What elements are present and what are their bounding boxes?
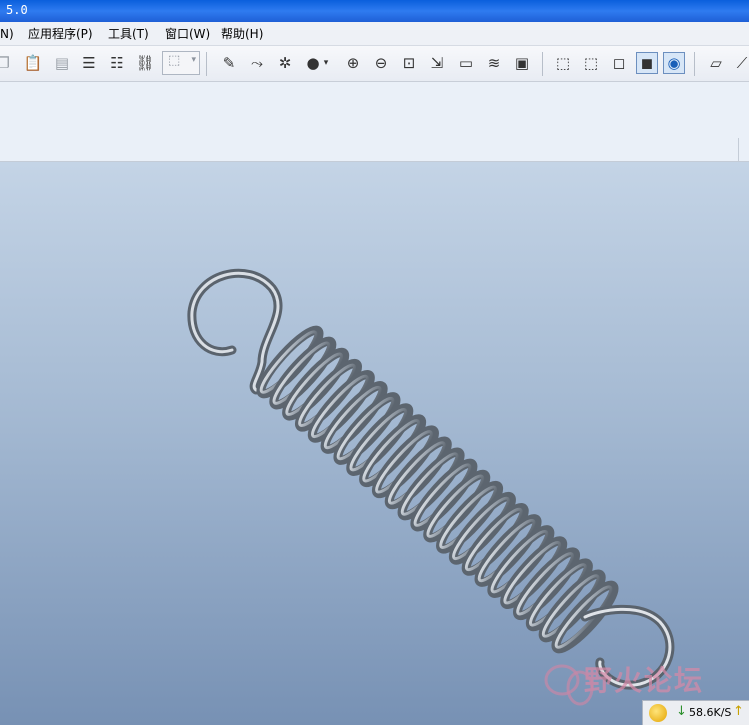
- reorient-icon[interactable]: ⇲: [426, 52, 448, 74]
- hidden-line-icon[interactable]: ⬚: [580, 52, 602, 74]
- toolbar-separator: [542, 52, 543, 76]
- network-status: ↓ 58.6K/S ↑: [642, 700, 749, 725]
- datum-curve-icon[interactable]: ⤳: [246, 52, 268, 74]
- butterfly-logo-icon: [544, 664, 594, 706]
- toolbar-separator: [206, 52, 207, 76]
- wireframe-icon[interactable]: ⬚: [552, 52, 574, 74]
- regenerate-icon[interactable]: ☰: [78, 52, 100, 74]
- saved-views-icon[interactable]: ▣: [511, 52, 533, 74]
- upload-arrow-icon: ↑: [733, 704, 744, 719]
- shading-icon[interactable]: ◼: [636, 52, 658, 74]
- menu-item-partial[interactable]: N): [0, 22, 14, 46]
- download-arrow-icon: ↓: [676, 704, 687, 719]
- paste-special-icon[interactable]: ▤: [51, 52, 73, 74]
- paste-icon[interactable]: 📋: [22, 52, 44, 74]
- network-icon: [649, 704, 667, 722]
- regenerate-manager-icon[interactable]: ☷: [106, 52, 128, 74]
- window-title-bar: 5.0: [0, 0, 749, 22]
- view-label-icon[interactable]: ▭: [455, 52, 477, 74]
- select-box-glyph: ⬚: [168, 53, 181, 68]
- menu-item-tools[interactable]: 工具(T): [108, 22, 149, 46]
- no-hidden-icon[interactable]: ◻: [608, 52, 630, 74]
- zoom-out-icon[interactable]: ⊖: [370, 52, 392, 74]
- dashboard-panel: [0, 82, 749, 162]
- toolbar-separator: [694, 52, 695, 76]
- spring-coils: [256, 325, 619, 654]
- spring-model: [187, 268, 675, 690]
- datum-axis-icon[interactable]: ⟋: [731, 52, 749, 74]
- layers-icon[interactable]: ≋: [483, 52, 505, 74]
- download-speed: 58.6K/S: [689, 706, 732, 719]
- chevron-down-icon[interactable]: ▾: [320, 52, 332, 74]
- window-title: 5.0: [6, 3, 28, 17]
- spin-center-icon[interactable]: ✲: [274, 52, 296, 74]
- sketch-icon[interactable]: ✎: [218, 52, 240, 74]
- select-box-icon[interactable]: ⬚ ▾: [162, 51, 200, 75]
- menu-item-applications[interactable]: 应用程序(P): [28, 22, 93, 46]
- combo-chevron-icon: ▾: [191, 55, 196, 65]
- menu-bar: N) 应用程序(P) 工具(T) 窗口(W) 帮助(H): [0, 22, 749, 46]
- zoom-in-icon[interactable]: ⊕: [342, 52, 364, 74]
- copy-icon[interactable]: ❐: [0, 52, 14, 74]
- menu-item-help[interactable]: 帮助(H): [221, 22, 263, 46]
- menu-item-window[interactable]: 窗口(W): [165, 22, 210, 46]
- find-icon[interactable]: ⛓: [134, 52, 156, 74]
- datum-plane-icon[interactable]: ▱: [705, 52, 727, 74]
- main-toolbar: ❐ 📋 ▤ ☰ ☷ ⛓ ✎ ⤳ ✲ ● ▾ ⊕ ⊖ ⊡ ⇲ ▭ ≋ ▣ ⬚ ⬚ …: [0, 46, 749, 82]
- graphics-window[interactable]: [0, 162, 749, 725]
- watermark-text: 野火论坛: [584, 664, 705, 697]
- panel-edge: [738, 138, 749, 162]
- refit-icon[interactable]: ⊡: [398, 52, 420, 74]
- enhanced-realism-icon[interactable]: ◉: [663, 52, 685, 74]
